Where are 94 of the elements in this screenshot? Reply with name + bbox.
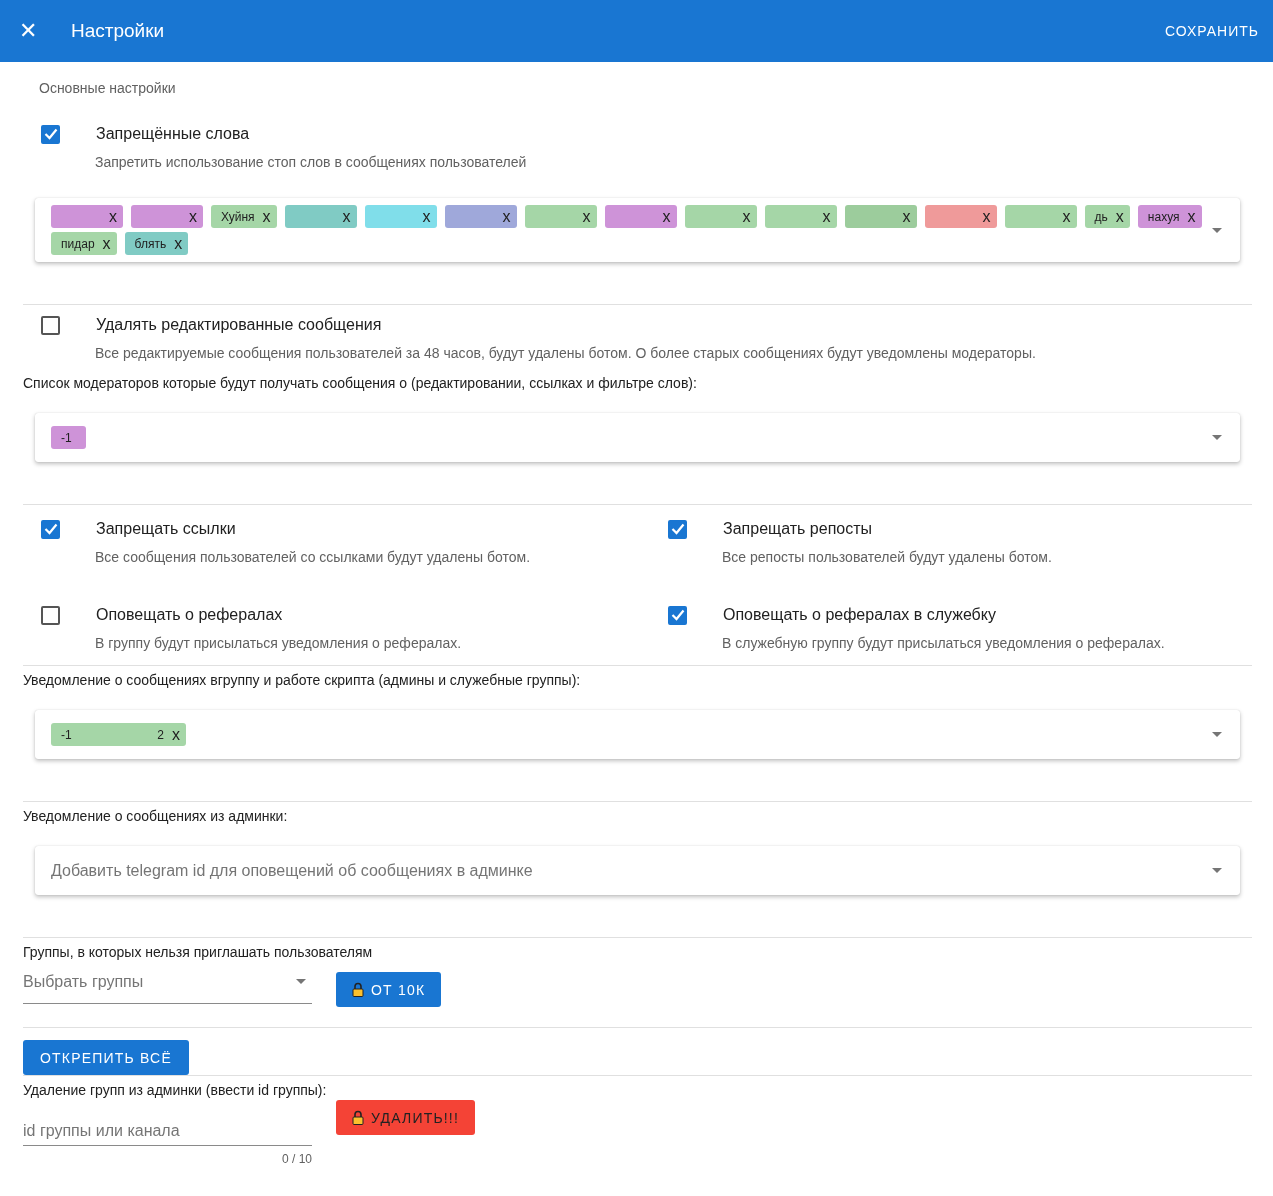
- tag-chip[interactable]: x: [444, 205, 517, 228]
- checkmark-icon: [670, 609, 685, 621]
- tag-select-field[interactable]: -1 2 x: [35, 710, 1240, 759]
- chip-text: 2: [157, 727, 164, 742]
- checkbox-label: Оповещать о рефералах: [96, 606, 283, 624]
- remove-tag-icon[interactable]: x: [189, 207, 197, 226]
- window-title: Настройки: [71, 20, 166, 42]
- remove-tag-icon[interactable]: x: [742, 207, 751, 226]
- save-button[interactable]: СОХРАНИТЬ: [1160, 17, 1263, 45]
- checkbox[interactable]: [41, 315, 60, 335]
- field-label: Список модераторов которые будут получать сообщения о (редактировании, ссылках и фильтре слов):: [23, 375, 698, 391]
- chip-text: -1: [61, 727, 72, 742]
- remove-tag-icon[interactable]: x: [982, 207, 991, 226]
- description-text: Все сообщения пользователей со ссылками будут удалены ботом.: [95, 549, 532, 565]
- remove-tag-icon[interactable]: x: [174, 234, 183, 253]
- description-text: Все редактируемые сообщения пользователей за 48 часов, будут удалены ботом. О более старых сообщениях будут уведомлены модераторы.: [95, 345, 1037, 361]
- checkmark-icon: [43, 523, 58, 535]
- chip-text: блять: [134, 236, 167, 251]
- tag-select-field[interactable]: -1: [35, 413, 1240, 462]
- tag-chip[interactable]: x: [284, 205, 357, 228]
- chip-text: нахуя: [1147, 209, 1180, 224]
- tag-chip[interactable]: x: [51, 205, 123, 228]
- remove-tag-icon[interactable]: x: [662, 207, 671, 226]
- checkmark-icon: [43, 128, 58, 140]
- remove-tag-icon[interactable]: x: [1187, 207, 1196, 226]
- tag-chip[interactable]: x: [924, 205, 997, 228]
- tag-chip[interactable]: x: [764, 205, 837, 228]
- field-label: Уведомление о сообщениях из админки:: [23, 808, 289, 824]
- remove-tag-icon[interactable]: x: [172, 725, 180, 744]
- unpin-all-button[interactable]: ОТКРЕПИТЬ ВСЁ: [23, 1040, 189, 1075]
- chip-text: -1: [61, 430, 72, 445]
- description-text: Все репосты пользователей будут удалены ботом.: [722, 549, 1053, 565]
- unlock-button[interactable]: ОТ 10К: [336, 972, 442, 1007]
- tag-select-field[interactable]: Добавить telegram id для оповещений об сообщениях в админке: [35, 846, 1240, 895]
- checkbox[interactable]: [41, 605, 60, 625]
- checkbox[interactable]: [41, 124, 60, 144]
- dropdown-arrow-icon: [1212, 435, 1222, 440]
- remove-tag-icon[interactable]: x: [902, 207, 911, 226]
- remove-tag-icon[interactable]: x: [1062, 207, 1071, 226]
- tag-chip[interactable]: x: [844, 205, 917, 228]
- checkbox[interactable]: [668, 519, 687, 539]
- checkbox-label: Оповещать о рефералах в служебку: [723, 606, 996, 624]
- tag-chip[interactable]: пидар x: [51, 232, 117, 255]
- remove-tag-icon[interactable]: x: [262, 207, 271, 226]
- checkbox-label: Запрещать ссылки: [96, 520, 236, 538]
- chip-text: дь: [1094, 209, 1108, 224]
- tag-chip[interactable]: x: [364, 205, 437, 228]
- checkbox-label: Запрещённые слова: [96, 125, 250, 143]
- remove-tag-icon[interactable]: x: [109, 207, 117, 226]
- dropdown-arrow-icon: [1212, 732, 1222, 737]
- remove-tag-icon[interactable]: x: [502, 207, 511, 226]
- chip-text: пидар: [61, 236, 95, 251]
- checkbox[interactable]: [668, 605, 687, 625]
- field-label: Удаление групп из админки (ввести id группы):: [23, 1082, 328, 1098]
- tag-chip[interactable]: нахуя x: [1137, 205, 1202, 228]
- field-label: Группы, в которых нельзя приглашать пользователям: [23, 944, 374, 960]
- section-title: Основные настройки: [39, 80, 177, 96]
- field-label: Уведомление о сообщениях вгруппу и работе скрипта (админы и служебные группы):: [23, 672, 582, 688]
- remove-tag-icon[interactable]: x: [582, 207, 591, 226]
- remove-tag-icon[interactable]: x: [342, 207, 351, 226]
- remove-tag-icon[interactable]: x: [822, 207, 831, 226]
- remove-tag-icon[interactable]: x: [102, 234, 111, 253]
- checkbox-label: Запрещать репосты: [723, 520, 873, 538]
- tag-chip[interactable]: x: [524, 205, 597, 228]
- dropdown-arrow-icon: [1212, 868, 1222, 873]
- character-counter: 0 / 10: [280, 1152, 312, 1166]
- tag-chip[interactable]: x: [131, 205, 203, 228]
- group-select-field[interactable]: Выбрать группы: [23, 960, 312, 1004]
- remove-tag-icon[interactable]: x: [1115, 207, 1124, 226]
- tag-chip[interactable]: x: [604, 205, 677, 228]
- tag-chip[interactable]: x: [684, 205, 757, 228]
- delete-button[interactable]: УДАЛИТЬ!!!: [336, 1100, 476, 1135]
- remove-tag-icon[interactable]: x: [422, 207, 431, 226]
- placeholder-text: Добавить telegram id для оповещений об сообщениях в админке: [51, 861, 534, 880]
- checkmark-icon: [670, 523, 685, 535]
- checkbox-label: Удалять редактированные сообщения: [96, 316, 382, 334]
- tag-chip[interactable]: x: [1004, 205, 1077, 228]
- tag-chip[interactable]: блять x: [124, 232, 189, 255]
- description-text: В служебную группу будут присылаться уведомления о рефералах.: [722, 635, 1166, 651]
- tag-chip[interactable]: дь x: [1084, 205, 1130, 228]
- dropdown-arrow-icon: [296, 979, 306, 984]
- close-button[interactable]: ✕: [16, 18, 40, 44]
- padlock-icon: [352, 1110, 364, 1125]
- tag-select-field[interactable]: x x Хуйня x x x x x x x x x x x дь x нахуя x пидар x блять x: [35, 198, 1240, 262]
- tag-chip[interactable]: -1: [51, 426, 86, 449]
- placeholder-text: Выбрать группы: [23, 972, 145, 991]
- padlock-icon: [352, 982, 364, 997]
- checkbox[interactable]: [41, 519, 60, 539]
- chip-text: Хуйня: [221, 209, 255, 224]
- tag-chip[interactable]: -1 2 x: [51, 723, 186, 746]
- description-text: Запретить использование стоп слов в сообщениях пользователей: [95, 154, 528, 170]
- description-text: В группу будут присылаться уведомления о рефералах.: [95, 635, 463, 651]
- dropdown-arrow-icon: [1212, 227, 1222, 233]
- tag-chip[interactable]: Хуйня x: [211, 205, 277, 228]
